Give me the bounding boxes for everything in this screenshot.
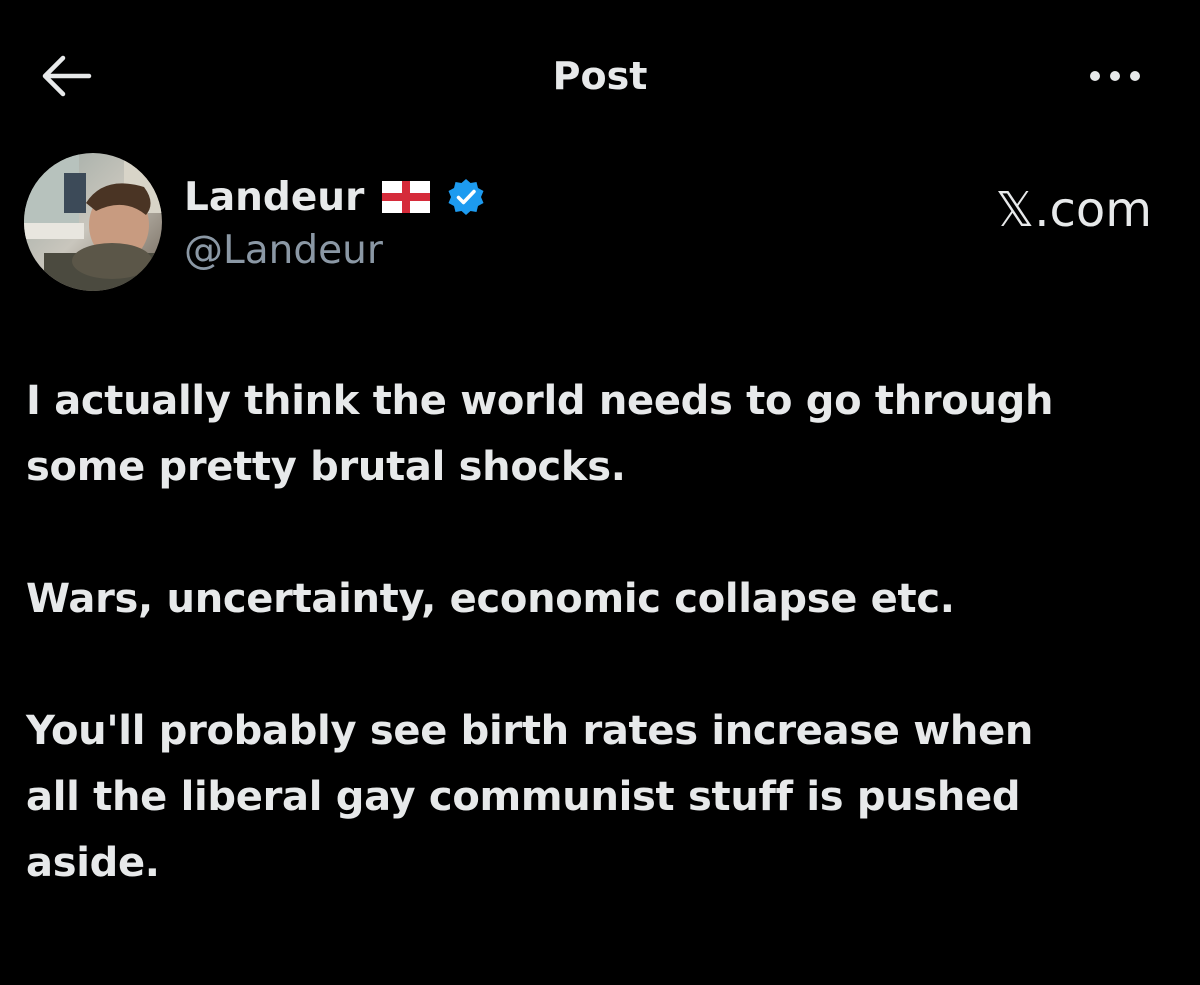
post-text: I actually think the world needs to go t…: [26, 368, 1176, 962]
england-flag-icon: [382, 181, 431, 213]
name-row: Landeur: [184, 169, 486, 225]
post-line: some pretty brutal shocks.: [26, 444, 626, 490]
x-com-watermark: 𝕏.com: [995, 182, 1152, 238]
post-paragraph: Wars, uncertainty, economic collapse etc…: [26, 566, 1176, 632]
post-line: aside.: [26, 840, 160, 886]
post-paragraph: I actually think the world needs to go t…: [26, 368, 1176, 500]
arrow-left-icon: [42, 55, 92, 97]
verified-badge-icon: [448, 179, 484, 215]
back-button[interactable]: [30, 48, 100, 104]
post-line: Wars, uncertainty, economic collapse etc…: [26, 576, 955, 622]
display-name[interactable]: Landeur: [184, 175, 364, 220]
top-bar: Post: [0, 0, 1200, 150]
avatar[interactable]: [24, 153, 162, 291]
more-horizontal-icon: [1090, 71, 1140, 81]
more-options-button[interactable]: [1080, 52, 1150, 100]
user-handle[interactable]: @Landeur: [184, 227, 383, 275]
page-title: Post: [552, 54, 648, 98]
post-line: all the liberal gay communist stuff is p…: [26, 774, 1021, 820]
post-line: You'll probably see birth rates increase…: [26, 708, 1034, 754]
post-line: I actually think the world needs to go t…: [26, 378, 1054, 424]
post-paragraph: You'll probably see birth rates increase…: [26, 698, 1176, 896]
avatar-image: [24, 153, 162, 291]
